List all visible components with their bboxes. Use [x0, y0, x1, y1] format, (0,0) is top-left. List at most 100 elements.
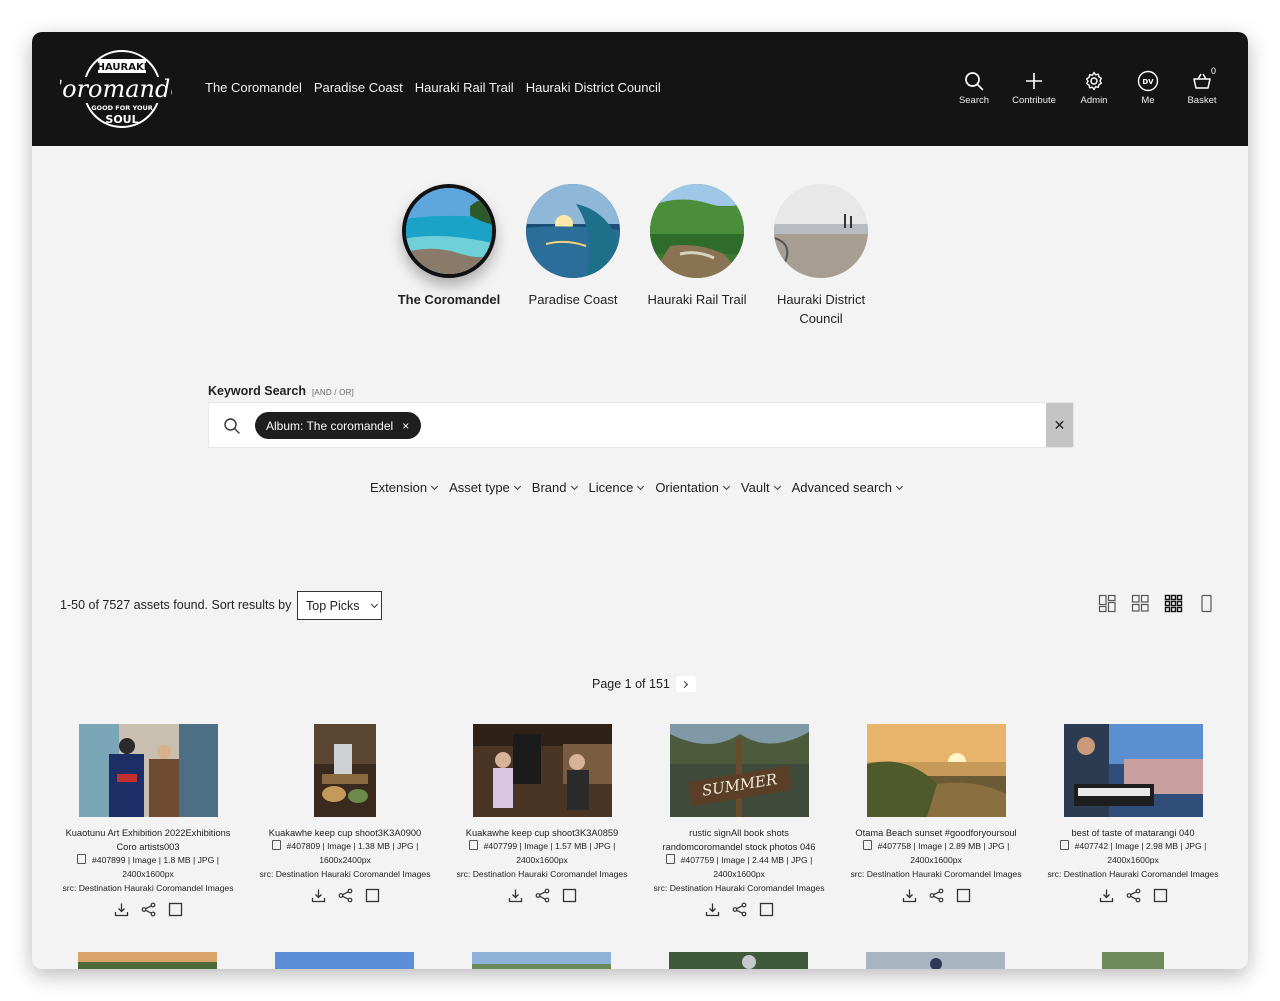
me-button[interactable]: DV Me: [1126, 70, 1170, 106]
basket-icon: [1193, 73, 1211, 89]
asset-dimensions: 1600x2400px: [319, 854, 371, 865]
asset-dimensions: 2400x1600px: [713, 868, 765, 879]
next-page-button[interactable]: [675, 676, 696, 692]
view-mode-switcher: [1098, 594, 1216, 613]
asset-thumbnail[interactable]: SUMMER: [669, 724, 809, 817]
filter-extension[interactable]: Extension: [370, 480, 439, 495]
small-grid-view-icon[interactable]: [1164, 594, 1183, 613]
nav-hauraki-rail-trail[interactable]: Hauraki Rail Trail: [415, 80, 514, 95]
asset-thumbnail[interactable]: [1102, 952, 1164, 969]
share-icon[interactable]: [929, 888, 944, 903]
chevron-down-icon: [370, 600, 378, 608]
download-icon[interactable]: [705, 902, 720, 917]
share-icon[interactable]: [732, 902, 747, 917]
asset-actions: [1043, 888, 1223, 903]
asset-card[interactable]: Kuakawhe keep cup shoot3K3A0900 #407809 …: [255, 724, 435, 903]
admin-button[interactable]: Admin: [1072, 70, 1116, 106]
nav-the-coromandel[interactable]: The Coromandel: [205, 80, 302, 95]
asset-thumbnail[interactable]: [866, 724, 1006, 817]
basket-count-badge: 0: [1210, 66, 1216, 76]
file-icon: [271, 840, 281, 850]
site-logo[interactable]: HAURAKI Coromandel GOOD FOR YOUR SOUL: [44, 47, 192, 131]
chip-remove-button[interactable]: ×: [402, 419, 409, 433]
sort-select[interactable]: Top Picks: [297, 591, 382, 620]
filter-vault[interactable]: Vault: [741, 480, 781, 495]
asset-title: Otama Beach sunset #goodforyoursoul: [855, 828, 1017, 838]
album-hauraki-district-council[interactable]: Hauraki District Council: [774, 184, 868, 328]
clear-search-button[interactable]: ✕: [1046, 403, 1073, 447]
asset-thumbnail[interactable]: [314, 724, 376, 817]
download-icon[interactable]: [1099, 888, 1114, 903]
asset-thumbnail[interactable]: [669, 952, 808, 969]
asset-source: src: Destination Hauraki Coromandel Imag…: [259, 869, 431, 879]
asset-dimensions: 2400x1600px: [910, 854, 962, 865]
search-tool-button[interactable]: Search: [952, 70, 996, 106]
album-label: Paradise Coast: [528, 292, 618, 307]
filter-licence[interactable]: Licence: [588, 480, 645, 495]
asset-source: src: Destination Hauraki Coromandel Imag…: [62, 883, 234, 893]
large-grid-view-icon[interactable]: [1131, 594, 1150, 613]
svg-text:Coromandel: Coromandel: [60, 75, 172, 103]
select-checkbox-icon[interactable]: [1153, 888, 1168, 903]
select-checkbox-icon[interactable]: [168, 902, 183, 917]
asset-card[interactable]: Kuaotunu Art Exhibition 2022Exhibitions …: [58, 724, 238, 917]
select-checkbox-icon[interactable]: [562, 888, 577, 903]
select-checkbox-icon[interactable]: [365, 888, 380, 903]
keyword-search-input[interactable]: Album: The coromandel × ✕: [208, 402, 1074, 448]
header-tools: Search Contribute Admin DV Me 0 Basket: [952, 66, 1224, 106]
asset-meta-text: #407809 | Image | 1.38 MB | JPG |: [286, 841, 419, 851]
asset-thumbnail[interactable]: [1063, 724, 1203, 817]
nav-hauraki-district-council[interactable]: Hauraki District Council: [526, 80, 661, 95]
keyword-search-title: Keyword Search: [208, 384, 306, 398]
download-icon[interactable]: [311, 888, 326, 903]
asset-actions: [58, 902, 238, 917]
filter-asset-type[interactable]: Asset type: [449, 480, 521, 495]
asset-thumbnail[interactable]: [78, 952, 217, 969]
basket-button[interactable]: 0 Basket: [1180, 66, 1224, 106]
album-hauraki-rail-trail[interactable]: Hauraki Rail Trail: [648, 184, 746, 328]
asset-thumbnail[interactable]: [275, 952, 414, 969]
asset-card[interactable]: Kuakawhe keep cup shoot3K3A0859 #407799 …: [452, 724, 632, 903]
asset-card[interactable]: best of taste of matarangi 040 #407742 |…: [1043, 724, 1223, 903]
download-icon[interactable]: [508, 888, 523, 903]
asset-thumbnail[interactable]: [78, 724, 218, 817]
album-paradise-coast[interactable]: Paradise Coast: [526, 184, 620, 328]
filter-bar: Extension Asset type Brand Licence Orien…: [370, 480, 904, 495]
share-icon[interactable]: [338, 888, 353, 903]
asset-source: src: Destination Hauraki Coromandel Imag…: [1047, 869, 1219, 879]
asset-meta-text: #407799 | Image | 1.57 MB | JPG |: [483, 841, 616, 851]
chevron-down-icon: [513, 482, 521, 490]
asset-title: best of taste of matarangi 040: [1071, 828, 1195, 838]
album-label: The Coromandel: [397, 292, 501, 307]
asset-thumbnail[interactable]: [866, 952, 1005, 969]
asset-meta: #407799 | Image | 1.57 MB | JPG |: [452, 840, 632, 854]
single-view-icon[interactable]: [1197, 594, 1216, 613]
asset-card[interactable]: Otama Beach sunset #goodforyoursoul #407…: [846, 724, 1026, 903]
masonry-view-icon[interactable]: [1098, 594, 1117, 613]
filter-advanced-search[interactable]: Advanced search: [792, 480, 904, 495]
chevron-down-icon: [722, 482, 730, 490]
chevron-down-icon: [431, 482, 439, 490]
select-checkbox-icon[interactable]: [759, 902, 774, 917]
share-icon[interactable]: [1126, 888, 1141, 903]
album-the-coromandel[interactable]: The Coromandel: [398, 184, 500, 328]
nav-paradise-coast[interactable]: Paradise Coast: [314, 80, 403, 95]
asset-source: src: Destination Hauraki Coromandel Imag…: [850, 869, 1022, 879]
share-icon[interactable]: [141, 902, 156, 917]
filter-brand[interactable]: Brand: [532, 480, 578, 495]
filter-label: Orientation: [655, 480, 719, 495]
album-thumbnail: [774, 184, 868, 278]
filter-orientation[interactable]: Orientation: [655, 480, 730, 495]
download-icon[interactable]: [902, 888, 917, 903]
asset-meta-text: #407759 | Image | 2.44 MB | JPG |: [680, 855, 813, 865]
select-checkbox-icon[interactable]: [956, 888, 971, 903]
share-icon[interactable]: [535, 888, 550, 903]
asset-card[interactable]: SUMMER rustic signAll book shots randomc…: [649, 724, 829, 917]
asset-dimensions: 2400x1600px: [516, 854, 568, 865]
filter-label: Licence: [588, 480, 634, 495]
contribute-button[interactable]: Contribute: [1006, 70, 1062, 106]
asset-thumbnail[interactable]: [472, 724, 612, 817]
asset-thumbnail[interactable]: [472, 952, 611, 969]
album-filter-chip: Album: The coromandel ×: [255, 412, 422, 439]
download-icon[interactable]: [114, 902, 129, 917]
